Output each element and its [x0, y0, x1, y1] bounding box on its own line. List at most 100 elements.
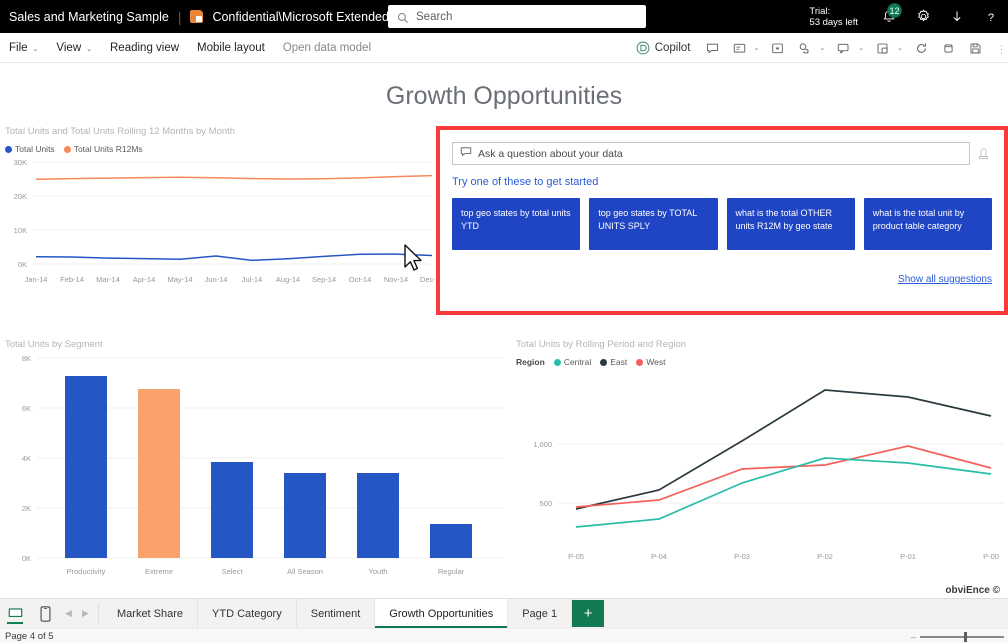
qa-show-all-suggestions-link[interactable]: Show all suggestions: [898, 274, 992, 285]
chevron-down-icon[interactable]: ⌄: [818, 33, 830, 63]
menu-reading-view[interactable]: Reading view: [101, 33, 188, 63]
download-icon[interactable]: [940, 0, 974, 33]
legend-item-west[interactable]: West: [636, 357, 665, 367]
notification-bell-icon[interactable]: 12: [872, 0, 906, 33]
subscribe-icon[interactable]: [726, 33, 753, 63]
svg-text:30K: 30K: [14, 158, 27, 167]
menu-open-data-model-label: Open data model: [283, 42, 371, 54]
legend-label: Central: [564, 357, 591, 367]
tab-label: Sentiment: [311, 608, 361, 620]
desktop-view-icon[interactable]: [0, 599, 30, 628]
chevron-down-icon[interactable]: ⌄: [857, 33, 869, 63]
qa-visual-highlighted[interactable]: Ask a question about your data Try one o…: [436, 126, 1008, 315]
tab-page-1[interactable]: Page 1: [508, 599, 572, 628]
menu-mobile-layout[interactable]: Mobile layout: [188, 33, 274, 63]
svg-text:0K: 0K: [18, 260, 27, 269]
svg-text:Sep-14: Sep-14: [312, 275, 336, 284]
search-icon: [397, 11, 409, 23]
watermark-obvience: obviEnce ©: [945, 585, 1000, 596]
qa-suggestion-chip[interactable]: top geo states by TOTAL UNITS SPLY: [589, 198, 717, 250]
zoom-out-icon[interactable]: –: [911, 632, 916, 642]
qa-suggestion-chip[interactable]: what is the total OTHER units R12M by ge…: [727, 198, 855, 250]
svg-text:P-00: P-00: [983, 552, 999, 561]
chat-in-teams-icon[interactable]: [830, 33, 857, 63]
chevron-down-icon[interactable]: ⌄: [896, 33, 908, 63]
bar-regular: [430, 524, 472, 558]
add-page-button[interactable]: +: [572, 600, 604, 627]
legend-label: East: [610, 357, 627, 367]
chevron-right-icon[interactable]: ▶: [77, 599, 94, 628]
svg-text:4K: 4K: [22, 454, 31, 463]
legend-item-east[interactable]: East: [600, 357, 627, 367]
legend-color-swatch: [64, 146, 71, 153]
svg-text:Apr-14: Apr-14: [133, 275, 156, 284]
global-search-box[interactable]: Search: [388, 5, 646, 28]
help-question-icon[interactable]: ?: [974, 0, 1008, 33]
svg-text:20K: 20K: [14, 192, 27, 201]
chevron-left-icon[interactable]: ◀: [60, 599, 77, 628]
visual-total-units-by-segment[interactable]: Total Units by Segment 8K 6K 4K 2K 0K: [5, 339, 505, 589]
trial-line-2: 53 days left: [809, 17, 858, 28]
refresh-icon[interactable]: [908, 33, 935, 63]
visual-total-units-rolling-12-months[interactable]: Total Units and Total Units Rolling 12 M…: [5, 126, 435, 306]
share-icon[interactable]: [791, 33, 818, 63]
sensitivity-label-text[interactable]: Confidential\Microsoft Extended: [205, 10, 388, 24]
qa-suggestion-chip[interactable]: what is the total unit by product table …: [864, 198, 992, 250]
bookmark-icon[interactable]: [764, 33, 791, 63]
qa-settings-icon[interactable]: [976, 146, 992, 162]
legend-item-total-units-r12ms[interactable]: Total Units R12Ms: [64, 144, 143, 154]
svg-text:8K: 8K: [22, 354, 31, 363]
legend-color-swatch: [554, 359, 561, 366]
tab-ytd-category[interactable]: YTD Category: [198, 599, 297, 628]
menu-file[interactable]: File ⌄: [0, 33, 47, 63]
legend-color-swatch: [636, 359, 643, 366]
app-title[interactable]: Sales and Marketing Sample: [0, 10, 169, 24]
mobile-view-icon[interactable]: [30, 599, 60, 628]
tab-label: Growth Opportunities: [389, 608, 493, 620]
svg-text:Regular: Regular: [438, 567, 465, 576]
visual-total-units-by-rolling-period-and-region[interactable]: Total Units by Rolling Period and Region…: [516, 339, 1006, 589]
tab-sentiment[interactable]: Sentiment: [297, 599, 376, 628]
report-menu-bar: File ⌄ View ⌄ Reading view Mobile layout…: [0, 33, 1008, 63]
qa-suggestion-chip[interactable]: top geo states by total units YTD: [452, 198, 580, 250]
svg-text:Mar-14: Mar-14: [96, 275, 120, 284]
legend-item-central[interactable]: Central: [554, 357, 591, 367]
title-divider: |: [169, 9, 191, 25]
chevron-down-icon[interactable]: ⌄: [753, 33, 765, 63]
svg-text:Jan-14: Jan-14: [25, 275, 48, 284]
duplicate-page-icon[interactable]: [935, 33, 962, 63]
svg-text:Dec-14: Dec-14: [420, 275, 435, 284]
qa-bubble-icon: [460, 145, 472, 163]
legend-item-total-units[interactable]: Total Units: [5, 144, 55, 154]
zoom-slider-thumb[interactable]: [964, 632, 967, 642]
svg-text:Jun-14: Jun-14: [205, 275, 228, 284]
chevron-down-icon: ⌄: [86, 45, 92, 53]
svg-text:P-03: P-03: [734, 552, 750, 561]
svg-text:Extreme: Extreme: [145, 567, 173, 576]
legend-label: Total Units: [15, 144, 55, 154]
svg-text:1,000: 1,000: [533, 440, 552, 449]
menu-open-data-model[interactable]: Open data model: [274, 33, 380, 63]
qa-question-input[interactable]: Ask a question about your data: [452, 142, 970, 165]
more-options-icon[interactable]: ⋮: [989, 33, 1008, 63]
tab-market-share[interactable]: Market Share: [103, 599, 198, 628]
zoom-slider-track[interactable]: [920, 636, 1004, 638]
comment-icon[interactable]: [699, 33, 726, 63]
legend-title: Region: [516, 357, 545, 367]
tab-growth-opportunities[interactable]: Growth Opportunities: [375, 599, 508, 628]
svg-text:Aug-14: Aug-14: [276, 275, 300, 284]
chevron-down-icon: ⌄: [33, 45, 39, 53]
svg-text:500: 500: [539, 499, 552, 508]
legend-label: West: [646, 357, 665, 367]
settings-gear-icon[interactable]: [906, 0, 940, 33]
save-icon[interactable]: [962, 33, 989, 63]
copilot-button[interactable]: Copilot: [631, 33, 699, 63]
qa-input-placeholder: Ask a question about your data: [478, 148, 623, 160]
export-icon[interactable]: [869, 33, 896, 63]
top-navigation-bar: Sales and Marketing Sample | Confidentia…: [0, 0, 1008, 33]
zoom-control[interactable]: –: [911, 629, 1004, 643]
menu-file-label: File: [9, 42, 28, 54]
chart-legend: Total Units Total Units R12Ms: [5, 144, 435, 154]
tab-label: YTD Category: [212, 608, 282, 620]
menu-view[interactable]: View ⌄: [47, 33, 101, 63]
